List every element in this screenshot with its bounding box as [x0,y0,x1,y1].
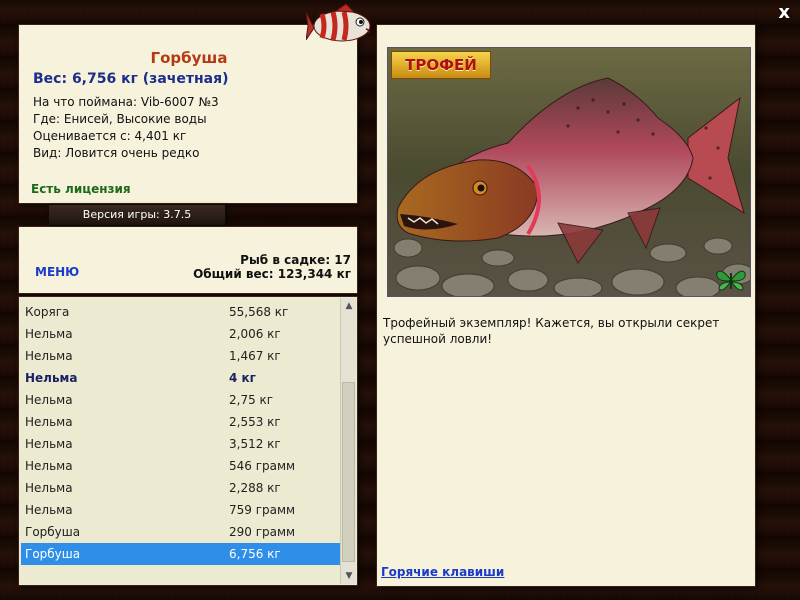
trophy-panel: ТРОФЕЙ Трофейный экземпляр! Кажется, вы … [376,24,756,587]
chevron-up-icon[interactable]: ▲ [341,298,357,314]
catch-weight: 6,756 кг [229,547,281,561]
license-status: Есть лицензия [31,182,131,196]
list-item[interactable]: Нельма 2,006 кг [21,323,341,345]
trophy-fish-photo [387,47,751,297]
total-weight: Общий вес: 123,344 кг [193,267,351,281]
catch-name: Горбуша [25,525,81,539]
catch-weight: 55,568 кг [229,305,289,319]
catch-list: Коряга 55,568 кг Нельма 2,006 кг Нельма 1,467… [21,301,341,565]
catch-name: Нельма [25,371,78,385]
rarity-line: Вид: Ловится очень редко [33,146,200,160]
catch-weight: 2,553 кг [229,415,281,429]
catch-weight: 2,006 кг [229,327,281,341]
list-item[interactable]: Коряга 55,568 кг [21,301,341,323]
chevron-down-icon[interactable]: ▼ [341,568,357,584]
catch-list-panel: Коряга 55,568 кг Нельма 2,006 кг Нельма 1,467… [18,296,358,586]
catch-weight: 290 грамм [229,525,296,539]
catch-name: Нельма [25,415,73,429]
catch-name: Горбуша [25,547,81,561]
catch-name: Нельма [25,437,73,451]
list-item[interactable]: Горбуша 6,756 кг [21,543,341,565]
catch-name: Нельма [25,503,73,517]
catch-weight: 4 кг [229,371,256,385]
trophy-badge: ТРОФЕЙ [391,51,491,79]
list-item[interactable]: Нельма 546 грамм [21,455,341,477]
list-item[interactable]: Нельма 1,467 кг [21,345,341,367]
butterfly-icon[interactable] [715,265,747,295]
catch-name: Нельма [25,459,73,473]
catch-weight: 2,75 кг [229,393,274,407]
catch-weight: 546 грамм [229,459,296,473]
fish-info-panel: Горбуша Вес: 6,756 кг (зачетная) На что … [18,24,358,204]
location-line: Где: Енисей, Высокие воды [33,112,207,126]
menu-button[interactable]: МЕНЮ [35,265,79,279]
catch-name: Коряга [25,305,70,319]
list-item[interactable]: Нельма 2,75 кг [21,389,341,411]
list-item[interactable]: Нельма 2,553 кг [21,411,341,433]
game-version-label: Версия игры: 3.7.5 [48,204,226,226]
hotkeys-link[interactable]: Горячие клавиши [381,565,504,579]
bait-line: На что поймана: Vib-6007 №3 [33,95,219,109]
fish-weight: Вес: 6,756 кг (зачетная) [33,71,229,87]
close-icon[interactable]: x [778,2,790,23]
catch-name: Нельма [25,481,73,495]
list-item[interactable]: Нельма 2,288 кг [21,477,341,499]
catch-weight: 1,467 кг [229,349,281,363]
list-item[interactable]: Горбуша 290 грамм [21,521,341,543]
catch-name: Нельма [25,349,73,363]
catch-name: Нельма [25,327,73,341]
scroll-thumb[interactable] [342,382,355,562]
fish-title: Горбуша [150,49,228,67]
list-item[interactable]: Нельма 759 грамм [21,499,341,521]
menu-panel: МЕНЮ Рыб в садке: 17 Общий вес: 123,344 … [18,226,358,294]
trophy-description: Трофейный экземпляр! Кажется, вы открыли… [383,316,720,346]
list-item[interactable]: Нельма 4 кг [21,367,341,389]
list-item[interactable]: Нельма 3,512 кг [21,433,341,455]
scrollbar[interactable]: ▲ ▼ [340,298,356,584]
catch-weight: 759 грамм [229,503,296,517]
fish-logo-icon [305,2,376,48]
catch-weight: 2,288 кг [229,481,281,495]
catch-weight: 3,512 кг [229,437,281,451]
catch-name: Нельма [25,393,73,407]
rated-from-line: Оценивается с: 4,401 кг [33,129,187,143]
fish-count: Рыб в садке: 17 [240,253,351,267]
